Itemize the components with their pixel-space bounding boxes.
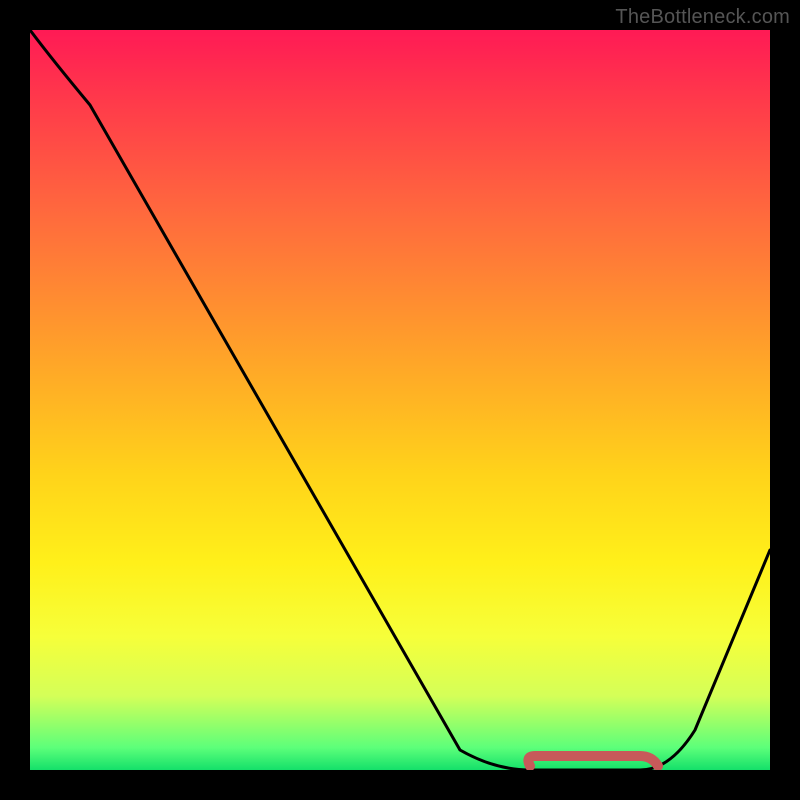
curve-svg [30,30,770,770]
bottleneck-curve [30,30,770,770]
chart-container: TheBottleneck.com [0,0,800,800]
plot-area [30,30,770,770]
watermark-text: TheBottleneck.com [615,6,790,29]
optimal-flat-range [528,756,658,766]
